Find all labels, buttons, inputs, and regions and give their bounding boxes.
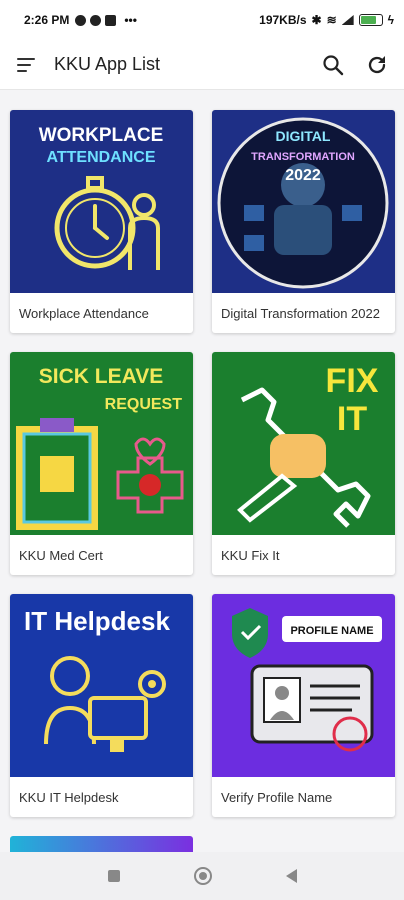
app-bar-actions (320, 52, 404, 78)
app-thumbnail: PROFILE NAME (212, 594, 395, 777)
page-title: KKU App List (54, 54, 161, 74)
art-year: 2022 (285, 167, 321, 184)
art-title: DIGITAL (276, 128, 331, 144)
app-card-fix-it[interactable]: FIX IT KKU Fix It (212, 352, 395, 575)
app-label: Workplace Attendance (19, 305, 149, 321)
menu-icon[interactable] (0, 40, 56, 90)
art-title: SICK LEAVE (39, 365, 163, 388)
search-icon[interactable] (320, 52, 346, 78)
battery-icon (358, 14, 383, 26)
notification-icons (75, 14, 117, 26)
refresh-icon[interactable] (364, 52, 390, 78)
art-title: IT Helpdesk (24, 606, 170, 636)
app-thumbnail: FIX IT (212, 352, 395, 535)
more-notifications-icon: ••• (124, 13, 137, 27)
system-nav-bar (0, 852, 404, 900)
app-label: Digital Transformation 2022 (221, 305, 380, 321)
bluetooth-icon: ✱ (311, 13, 322, 27)
app-label: Verify Profile Name (221, 789, 333, 805)
wifi-icon: ≋ (326, 13, 337, 27)
app-label: KKU IT Helpdesk (19, 789, 119, 805)
app-card-verify-profile-name[interactable]: PROFILE NAME Verify Profile Name (212, 594, 395, 817)
status-bar: 2:26 PM ••• 197KB/s ✱ ≋ ϟ (0, 0, 404, 40)
notification-icon (75, 14, 87, 26)
trash-icon (105, 14, 117, 26)
art-subtitle: TRANSFORMATION (251, 151, 355, 163)
status-right: 197KB/s ✱ ≋ ϟ (259, 13, 394, 27)
app-card-it-helpdesk[interactable]: IT Helpdesk KKU IT Helpdesk (10, 594, 193, 817)
app-label: KKU Med Cert (19, 547, 103, 563)
recents-button[interactable] (107, 870, 120, 882)
art-title: WORKPLACE (39, 125, 164, 146)
facebook-icon (90, 14, 102, 26)
art-subtitle: REQUEST (105, 396, 183, 413)
app-thumbnail: SICK LEAVE REQUEST (10, 352, 193, 535)
art-title: FIX (326, 362, 379, 400)
app-card-partial[interactable] (10, 836, 193, 852)
app-thumbnail: WORKPLACE ATTENDANCE (10, 110, 193, 293)
app-thumbnail: IT Helpdesk (10, 594, 193, 777)
network-speed: 197KB/s (259, 13, 307, 27)
app-bar: KKU App List (0, 40, 404, 90)
app-card-digital-transformation[interactable]: DIGITAL TRANSFORMATION 2022 Digital Tran… (212, 110, 395, 333)
back-button[interactable] (285, 869, 297, 883)
art-subtitle: IT (337, 400, 367, 438)
home-button[interactable] (193, 867, 212, 885)
app-thumbnail: DIGITAL TRANSFORMATION 2022 (212, 110, 395, 293)
app-card-workplace-attendance[interactable]: WORKPLACE ATTENDANCE Workplace Attendanc… (10, 110, 193, 333)
status-time: 2:26 PM (24, 13, 70, 27)
app-label: KKU Fix It (221, 547, 280, 563)
art-title: PROFILE NAME (290, 625, 373, 637)
signal-icon (341, 15, 354, 25)
art-subtitle: ATTENDANCE (46, 149, 155, 166)
charging-icon: ϟ (387, 13, 394, 27)
app-card-med-cert[interactable]: SICK LEAVE REQUEST KKU Med Cert (10, 352, 193, 575)
